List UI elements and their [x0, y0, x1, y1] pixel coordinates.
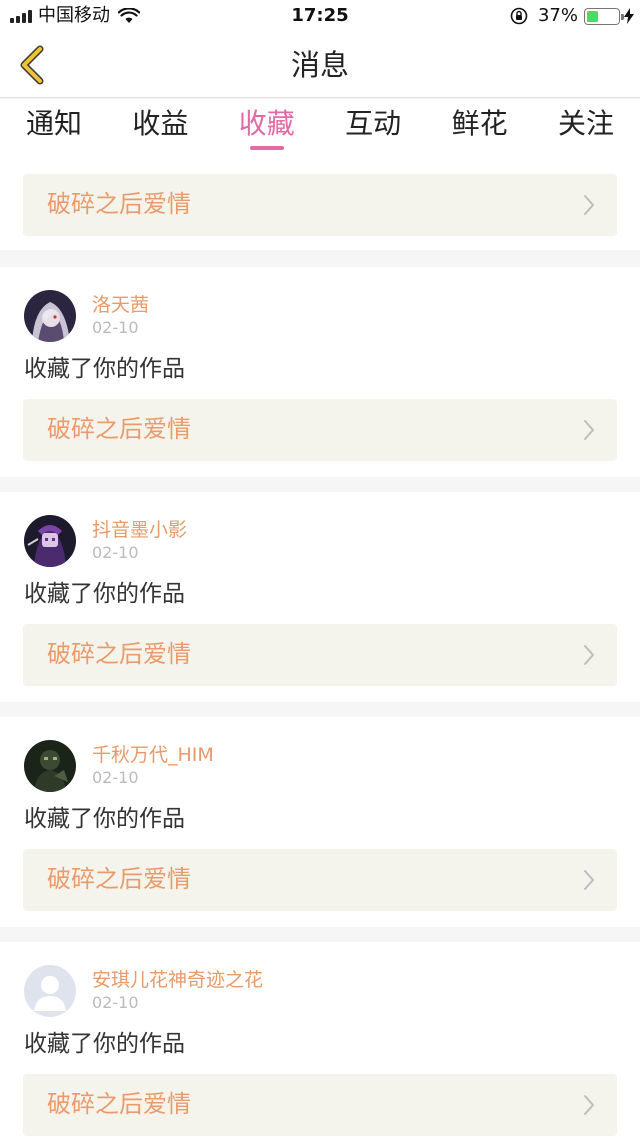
work-link[interactable]: 破碎之后爱情 — [23, 399, 617, 461]
work-link[interactable]: 破碎之后爱情 — [23, 174, 617, 236]
feed-card: 抖音墨小影 02-10 收藏了你的作品 破碎之后爱情 — [0, 492, 640, 702]
tab-favorites[interactable]: 收藏 — [239, 99, 295, 155]
cut-off-text — [24, 155, 224, 159]
feed-card: 安琪儿花神奇迹之花 02-10 收藏了你的作品 破碎之后爱情 — [0, 942, 640, 1138]
action-text: 收藏了你的作品 — [24, 1031, 185, 1057]
chevron-right-icon — [584, 870, 594, 890]
anime-girl-avatar-icon — [24, 290, 76, 342]
tab-flowers[interactable]: 鲜花 — [452, 99, 508, 155]
feed-card: 千秋万代_HIM 02-10 收藏了你的作品 破碎之后爱情 — [0, 717, 640, 927]
tab-earnings[interactable]: 收益 — [132, 99, 188, 155]
tab-follows[interactable]: 关注 — [558, 99, 614, 155]
timestamp: 02-10 — [92, 993, 139, 1012]
work-title: 破碎之后爱情 — [47, 190, 191, 218]
work-link[interactable]: 破碎之后爱情 — [23, 1074, 617, 1136]
active-tab-indicator — [249, 146, 284, 150]
tab-bar: 通知 收益 收藏 互动 鲜花 关注 — [0, 99, 640, 155]
chevron-right-icon — [584, 1095, 594, 1115]
status-right: 37% — [510, 6, 634, 26]
avatar[interactable] — [24, 965, 76, 1017]
username[interactable]: 洛天茜 — [92, 293, 149, 317]
action-text: 收藏了你的作品 — [24, 581, 185, 607]
default-user-avatar-icon — [24, 965, 76, 1017]
username[interactable]: 千秋万代_HIM — [92, 743, 214, 767]
work-title: 破碎之后爱情 — [47, 865, 191, 893]
feed-card-partial: 破碎之后爱情 — [0, 155, 640, 250]
favorites-feed[interactable]: 破碎之后爱情 洛天茜 02-10 收藏了你的作品 破碎之后爱情 抖音墨小影 02… — [0, 155, 640, 1138]
page-title: 消息 — [290, 48, 349, 82]
timestamp: 02-10 — [92, 318, 139, 337]
feed-card: 洛天茜 02-10 收藏了你的作品 破碎之后爱情 — [0, 267, 640, 477]
work-title: 破碎之后爱情 — [47, 640, 191, 668]
tab-interactions[interactable]: 互动 — [345, 99, 401, 155]
work-title: 破碎之后爱情 — [47, 415, 191, 443]
chevron-right-icon — [584, 195, 594, 215]
work-title: 破碎之后爱情 — [47, 1090, 191, 1118]
work-link[interactable]: 破碎之后爱情 — [23, 849, 617, 911]
nav-bar: 消息 — [0, 32, 640, 98]
username[interactable]: 安琪儿花神奇迹之花 — [92, 968, 263, 992]
status-bar: 中国移动 17:25 37% — [0, 0, 640, 32]
avatar[interactable] — [24, 290, 76, 342]
action-text: 收藏了你的作品 — [24, 356, 185, 382]
timestamp: 02-10 — [92, 768, 139, 787]
work-link[interactable]: 破碎之后爱情 — [23, 624, 617, 686]
username[interactable]: 抖音墨小影 — [92, 518, 187, 542]
avatar[interactable] — [24, 515, 76, 567]
rotation-lock-icon — [510, 7, 528, 25]
battery-icon — [584, 7, 624, 25]
avatar[interactable] — [24, 740, 76, 792]
chevron-right-icon — [584, 420, 594, 440]
battery-percent: 37% — [537, 5, 578, 26]
action-text: 收藏了你的作品 — [24, 806, 185, 832]
chevron-right-icon — [584, 645, 594, 665]
tab-notifications[interactable]: 通知 — [26, 99, 82, 155]
dark-figure-avatar-icon — [24, 740, 76, 792]
timestamp: 02-10 — [92, 543, 139, 562]
charging-bolt-icon — [624, 8, 634, 24]
anime-character-avatar-icon — [24, 515, 76, 567]
